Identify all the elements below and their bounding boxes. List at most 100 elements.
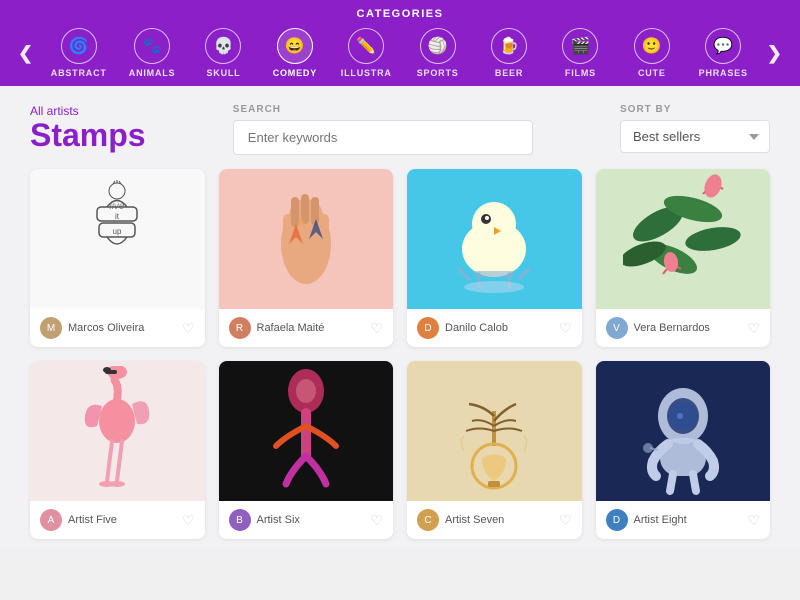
artist-name-8: Artist Eight: [634, 514, 687, 526]
card-footer-8: D Artist Eight ♡: [596, 501, 771, 539]
phrases-icon: 💬: [705, 28, 741, 64]
card-image-6: [219, 361, 394, 501]
nav-item-cute[interactable]: 🙂 CUTE: [620, 26, 684, 80]
next-arrow[interactable]: ❯: [759, 43, 790, 64]
nav-item-beer[interactable]: 🍺 BEER: [477, 26, 541, 80]
heart-icon-2[interactable]: ♡: [370, 320, 383, 337]
nav-item-comedy[interactable]: 😄 COMEDY: [263, 26, 327, 80]
card-footer-1: M Marcos Oliveira ♡: [30, 309, 205, 347]
heart-icon-5[interactable]: ♡: [182, 512, 195, 529]
artist-info-4: V Vera Bernardos: [606, 317, 710, 339]
artist-name-4: Vera Bernardos: [634, 322, 710, 334]
artist-info-6: B Artist Six: [229, 509, 300, 531]
abstract-label: ABSTRACT: [51, 68, 107, 78]
card-footer-6: B Artist Six ♡: [219, 501, 394, 539]
main-content: All artists Stamps SEARCH SORT BY Best s…: [0, 86, 800, 549]
nav-item-phrases[interactable]: 💬 PHRASES: [691, 26, 755, 80]
nav-item-illustra[interactable]: ✏️ ILLUSTRA: [334, 26, 398, 80]
artist-name-5: Artist Five: [68, 514, 117, 526]
heart-icon-7[interactable]: ♡: [559, 512, 572, 529]
card-6[interactable]: B Artist Six ♡: [219, 361, 394, 539]
heart-icon-3[interactable]: ♡: [559, 320, 572, 337]
search-label: SEARCH: [233, 104, 533, 115]
films-label: FILMS: [565, 68, 596, 78]
avatar-6: B: [229, 509, 251, 531]
card-illustration-1: live it up: [30, 169, 205, 309]
card-illustration-5: [30, 361, 205, 501]
artist-name-7: Artist Seven: [445, 514, 504, 526]
card-2[interactable]: R Rafaela Maité ♡: [219, 169, 394, 347]
card-image-2: [219, 169, 394, 309]
card-illustration-4: [596, 169, 771, 309]
nav-item-sports[interactable]: 🏐 SPORTS: [406, 26, 470, 80]
card-footer-4: V Vera Bernardos ♡: [596, 309, 771, 347]
nav-items-row: ❮ 🌀 ABSTRACT 🐾 ANIMALS 💀 SKULL 😄 COMEDY …: [0, 26, 800, 80]
card-8[interactable]: D Artist Eight ♡: [596, 361, 771, 539]
sports-label: SPORTS: [417, 68, 459, 78]
avatar-8: D: [606, 509, 628, 531]
card-4[interactable]: V Vera Bernardos ♡: [596, 169, 771, 347]
prev-arrow[interactable]: ❮: [10, 43, 41, 64]
illustra-icon: ✏️: [348, 28, 384, 64]
heart-icon-1[interactable]: ♡: [182, 320, 195, 337]
card-1[interactable]: live it up M Marcos Oliveira ♡: [30, 169, 205, 347]
sort-select[interactable]: Best sellers Newest Most liked: [620, 120, 770, 153]
left-header: All artists Stamps: [30, 104, 146, 153]
heart-icon-8[interactable]: ♡: [747, 512, 760, 529]
stamps-grid: live it up M Marcos Oliveira ♡: [30, 169, 770, 539]
artist-name-2: Rafaela Maité: [257, 322, 325, 334]
artist-name-1: Marcos Oliveira: [68, 322, 144, 334]
svg-text:it: it: [115, 212, 120, 221]
card-footer-2: R Rafaela Maité ♡: [219, 309, 394, 347]
card-image-1: live it up: [30, 169, 205, 309]
cute-label: CUTE: [638, 68, 666, 78]
card-illustration-8: [596, 361, 771, 501]
beer-icon: 🍺: [491, 28, 527, 64]
card-footer-7: C Artist Seven ♡: [407, 501, 582, 539]
card-illustration-3: [407, 169, 582, 309]
beer-label: BEER: [495, 68, 523, 78]
illustra-label: ILLUSTRA: [341, 68, 392, 78]
avatar-1: M: [40, 317, 62, 339]
search-section: SEARCH: [233, 104, 533, 155]
phrases-label: PHRASES: [699, 68, 748, 78]
categories-title: CATEGORIES: [0, 8, 800, 20]
nav-item-films[interactable]: 🎬 FILMS: [548, 26, 612, 80]
nav-item-animals[interactable]: 🐾 ANIMALS: [120, 26, 184, 80]
artist-info-7: C Artist Seven: [417, 509, 504, 531]
card-image-4: [596, 169, 771, 309]
animals-label: ANIMALS: [129, 68, 176, 78]
card-illustration-2: [219, 169, 394, 309]
page-title: Stamps: [30, 118, 146, 153]
artist-info-5: A Artist Five: [40, 509, 117, 531]
comedy-label: COMEDY: [273, 68, 317, 78]
header-row: All artists Stamps SEARCH SORT BY Best s…: [30, 104, 770, 155]
skull-icon: 💀: [205, 28, 241, 64]
artist-info-3: D Danilo Calob: [417, 317, 508, 339]
avatar-4: V: [606, 317, 628, 339]
films-icon: 🎬: [562, 28, 598, 64]
card-footer-5: A Artist Five ♡: [30, 501, 205, 539]
sports-icon: 🏐: [420, 28, 456, 64]
avatar-2: R: [229, 317, 251, 339]
card-illustration-6: [219, 361, 394, 501]
card-image-5: [30, 361, 205, 501]
artist-info-1: M Marcos Oliveira: [40, 317, 144, 339]
card-footer-3: D Danilo Calob ♡: [407, 309, 582, 347]
card-7[interactable]: C Artist Seven ♡: [407, 361, 582, 539]
nav-item-abstract[interactable]: 🌀 ABSTRACT: [45, 26, 113, 80]
cute-icon: 🙂: [634, 28, 670, 64]
svg-text:up: up: [113, 227, 122, 236]
skull-label: SKULL: [206, 68, 240, 78]
all-artists-link[interactable]: All artists: [30, 104, 146, 118]
card-image-8: [596, 361, 771, 501]
heart-icon-4[interactable]: ♡: [747, 320, 760, 337]
card-illustration-7: [407, 361, 582, 501]
card-3[interactable]: D Danilo Calob ♡: [407, 169, 582, 347]
sort-section: SORT BY Best sellers Newest Most liked: [620, 104, 770, 153]
heart-icon-6[interactable]: ♡: [370, 512, 383, 529]
nav-item-skull[interactable]: 💀 SKULL: [191, 26, 255, 80]
card-5[interactable]: A Artist Five ♡: [30, 361, 205, 539]
top-navigation: CATEGORIES ❮ 🌀 ABSTRACT 🐾 ANIMALS 💀 SKUL…: [0, 0, 800, 86]
search-input[interactable]: [233, 120, 533, 155]
